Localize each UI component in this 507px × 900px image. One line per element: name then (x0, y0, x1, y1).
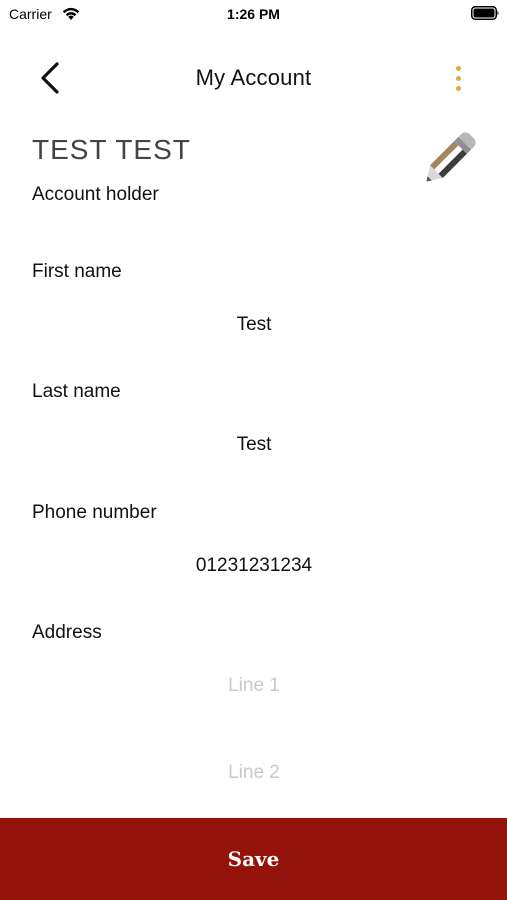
first-name-label: First name (32, 261, 122, 282)
clock: 1:26 PM (227, 6, 280, 22)
account-screen: Carrier 1:26 PM My Account TEST TEST Acc… (0, 0, 507, 900)
phone-number-input[interactable] (32, 551, 476, 581)
account-holder-label: Account holder (32, 184, 159, 205)
first-name-input[interactable] (32, 310, 476, 340)
address-line2-input[interactable] (32, 758, 476, 788)
last-name-label: Last name (32, 381, 121, 402)
more-options-button[interactable] (443, 58, 473, 98)
edit-button[interactable] (412, 126, 482, 196)
last-name-input[interactable] (32, 430, 476, 460)
more-dot (455, 75, 461, 81)
page-title: My Account (195, 65, 312, 90)
pencil-icon (426, 132, 476, 182)
more-dot (455, 65, 461, 71)
more-dot (455, 85, 461, 91)
phone-number-label: Phone number (32, 502, 157, 523)
status-bar: Carrier 1:26 PM (0, 0, 507, 28)
save-button[interactable]: Save (0, 818, 507, 900)
nav-bar: My Account (0, 50, 507, 106)
address-line1-input[interactable] (32, 671, 476, 701)
account-name: TEST TEST (32, 134, 191, 165)
address-label: Address (32, 622, 102, 643)
battery-icon (471, 6, 499, 20)
more-vertical-icon (455, 63, 461, 93)
